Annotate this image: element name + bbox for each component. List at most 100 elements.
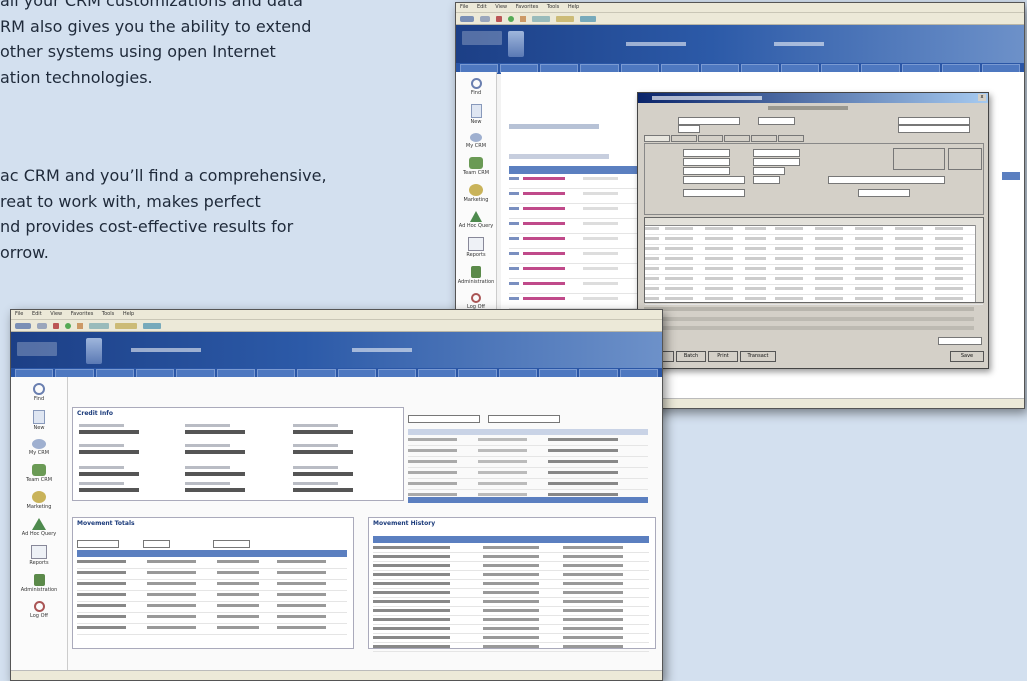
favorites-icon[interactable] (556, 15, 574, 22)
table-row[interactable] (373, 617, 649, 625)
table-row[interactable] (77, 570, 347, 580)
stop-icon[interactable] (496, 15, 502, 22)
warehouse-field[interactable] (683, 158, 730, 166)
comment-field[interactable] (828, 176, 945, 184)
table-row[interactable] (373, 599, 649, 607)
nav-item-marketing[interactable]: Marketing (456, 184, 496, 203)
year-field[interactable] (143, 540, 170, 548)
customer-number-field[interactable] (678, 125, 700, 133)
menu-item-edit[interactable]: Edit (32, 311, 42, 317)
refresh-icon[interactable] (65, 322, 71, 329)
period-field[interactable] (77, 540, 119, 548)
compare-field[interactable] (213, 540, 250, 548)
nav-item-log-off[interactable]: Log Off (11, 601, 67, 619)
print-field[interactable] (753, 176, 780, 184)
dialog-tab[interactable] (670, 135, 697, 142)
date-to-field[interactable] (488, 415, 560, 423)
nav-item-log-off[interactable]: Log Off (456, 293, 496, 310)
nav-item-new[interactable]: New (11, 410, 67, 431)
transact-button[interactable]: Transact (740, 351, 776, 362)
menu-item-favorites[interactable]: Favorites (71, 311, 94, 317)
nav-item-my-crm[interactable]: My CRM (456, 133, 496, 149)
dialog-tab[interactable] (724, 135, 751, 142)
table-row[interactable] (408, 448, 648, 457)
forward-icon[interactable] (480, 15, 490, 22)
ship-via-field[interactable] (683, 149, 730, 157)
nav-item-team-crm[interactable]: Team CRM (11, 464, 67, 483)
menu-item-view[interactable]: View (50, 311, 62, 317)
dialog-tab[interactable] (644, 135, 670, 142)
favorites-icon[interactable] (115, 322, 137, 329)
order-number-field[interactable] (678, 117, 740, 125)
table-row[interactable] (373, 554, 649, 562)
stop-icon[interactable] (53, 322, 59, 329)
order-total-field[interactable] (938, 337, 982, 345)
crm-window-front[interactable]: File Edit View Favorites Tools Help Find… (10, 309, 663, 681)
menu-item-help[interactable]: Help (568, 4, 579, 10)
nav-item-reports[interactable]: Reports (456, 237, 496, 258)
search-icon[interactable] (532, 15, 550, 22)
confirm-to-field[interactable] (753, 167, 785, 175)
customer-po-field[interactable] (898, 117, 970, 125)
nav-item-administration[interactable]: Administration (11, 574, 67, 593)
table-row[interactable] (509, 251, 639, 264)
order-date-field[interactable] (758, 117, 795, 125)
date-from-field[interactable] (408, 415, 480, 423)
discount-field[interactable] (683, 189, 745, 197)
grid-scrollbar[interactable] (975, 225, 983, 302)
table-row[interactable] (509, 266, 639, 279)
table-row[interactable] (645, 236, 983, 245)
table-row[interactable] (645, 226, 983, 235)
media-icon[interactable] (143, 322, 161, 329)
table-row[interactable] (373, 626, 649, 634)
close-icon[interactable]: x (978, 94, 986, 101)
back-icon[interactable] (15, 322, 31, 329)
table-row[interactable] (509, 206, 639, 219)
table-row[interactable] (645, 276, 983, 285)
nav-item-query[interactable]: Ad Hoc Query (456, 211, 496, 229)
print-button[interactable]: Print (708, 351, 738, 362)
table-row[interactable] (77, 603, 347, 613)
table-row[interactable] (373, 635, 649, 643)
refresh-icon[interactable] (508, 15, 514, 22)
home-icon[interactable] (77, 322, 83, 329)
table-row[interactable] (373, 545, 649, 553)
terms-field[interactable] (683, 176, 745, 184)
home-icon[interactable] (520, 15, 526, 22)
table-row[interactable] (408, 481, 648, 490)
back-icon[interactable] (460, 15, 474, 22)
menu-item-edit[interactable]: Edit (477, 4, 487, 10)
salesperson-field[interactable] (683, 167, 730, 175)
menu-item-tools[interactable]: Tools (547, 4, 559, 10)
nav-item-query[interactable]: Ad Hoc Query (11, 518, 67, 537)
table-row[interactable] (77, 614, 347, 624)
nav-item-find[interactable]: Find (456, 78, 496, 96)
nav-item-my-crm[interactable]: My CRM (11, 439, 67, 456)
menu-item-favorites[interactable]: Favorites (516, 4, 539, 10)
customer-name-field[interactable] (898, 125, 970, 133)
table-row[interactable] (373, 572, 649, 580)
table-row[interactable] (645, 256, 983, 265)
table-row[interactable] (408, 437, 648, 446)
table-row[interactable] (509, 236, 639, 249)
dialog-tab[interactable] (778, 135, 804, 142)
nav-item-administration[interactable]: Administration (456, 266, 496, 285)
nav-item-marketing[interactable]: Marketing (11, 491, 67, 510)
dialog-tab[interactable] (751, 135, 778, 142)
batch-button[interactable]: Batch (676, 351, 706, 362)
table-row[interactable] (509, 176, 639, 189)
forward-icon[interactable] (37, 322, 47, 329)
menu-item-file[interactable]: File (15, 311, 23, 317)
table-row[interactable] (509, 281, 639, 294)
nav-item-new[interactable]: New (456, 104, 496, 125)
nav-item-reports[interactable]: Reports (11, 545, 67, 566)
menu-item-help[interactable]: Help (123, 311, 134, 317)
table-row[interactable] (645, 266, 983, 275)
media-icon[interactable] (580, 15, 596, 22)
save-button[interactable]: Save (950, 351, 984, 362)
menu-item-file[interactable]: File (460, 4, 468, 10)
table-row[interactable] (373, 581, 649, 589)
table-row[interactable] (373, 563, 649, 571)
table-row[interactable] (509, 191, 639, 204)
table-row[interactable] (645, 286, 983, 295)
